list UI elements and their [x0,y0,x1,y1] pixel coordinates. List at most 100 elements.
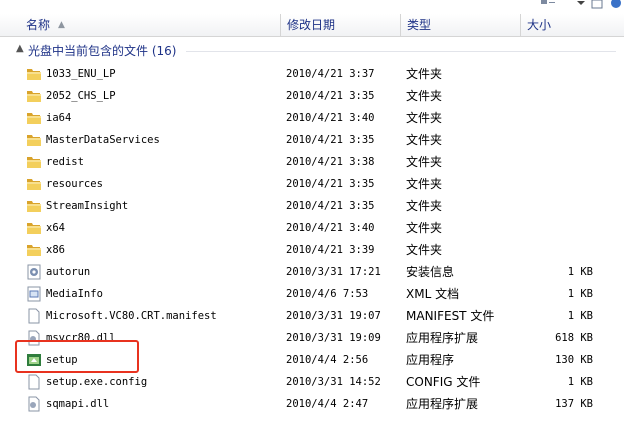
file-type: XML 文档 [406,287,460,301]
column-header-name[interactable]: 名称 ▲ [0,14,281,36]
file-name: sqmapi.dll [46,398,110,410]
file-row[interactable]: 1033_ENU_LP 2010/4/21 3:37 文件夹 [0,63,624,85]
file-date: 2010/3/31 17:21 [286,266,381,278]
group-label: 光盘中当前包含的文件 (16) [28,44,177,58]
view-options-icon[interactable] [541,0,555,9]
file-row[interactable]: x86 2010/4/21 3:39 文件夹 [0,239,624,261]
file-name: x64 [46,222,65,234]
file-name: StreamInsight [46,200,129,212]
file-icon [26,308,42,324]
file-name: resources [46,178,103,190]
file-date: 2010/4/21 3:37 [286,68,375,80]
file-date: 2010/4/21 3:40 [286,112,375,124]
toolbar-strip [0,0,624,14]
file-row[interactable]: redist 2010/4/21 3:38 文件夹 [0,151,624,173]
file-name: autorun [46,266,91,278]
file-date: 2010/4/21 3:40 [286,222,375,234]
file-type: 文件夹 [406,89,443,103]
file-row[interactable]: x64 2010/4/21 3:40 文件夹 [0,217,624,239]
file-size: 1 KB [567,288,593,300]
file-size: 618 KB [555,332,593,344]
dll-icon [26,396,42,412]
file-type: 文件夹 [406,155,443,169]
file-date: 2010/4/21 3:35 [286,178,375,190]
file-date: 2010/3/31 19:09 [286,332,381,344]
file-date: 2010/4/21 3:35 [286,134,375,146]
dropdown-arrow-icon[interactable] [574,0,588,9]
file-row[interactable]: MediaInfo 2010/4/6 7:53 XML 文档 1 KB [0,283,624,305]
group-divider [186,51,616,52]
file-type: 文件夹 [406,243,443,257]
column-header-size[interactable]: 大小 [521,14,624,36]
file-icon [26,374,42,390]
file-type: 文件夹 [406,67,443,81]
file-name: ia64 [46,112,72,124]
file-name: redist [46,156,84,168]
help-icon[interactable] [609,0,623,9]
file-size: 1 KB [567,310,593,322]
file-date: 2010/4/21 3:35 [286,90,375,102]
file-type: 应用程序 [406,353,455,367]
file-date: 2010/3/31 14:52 [286,376,381,388]
file-date: 2010/4/4 2:47 [286,398,369,410]
file-type: CONFIG 文件 [406,375,481,389]
file-type: 应用程序扩展 [406,397,479,411]
folder-icon [26,110,42,126]
folder-icon [26,220,42,236]
group-header[interactable]: ▲ 光盘中当前包含的文件 (16) [0,42,624,60]
file-size: 130 KB [555,354,593,366]
file-name: Microsoft.VC80.CRT.manifest [46,310,217,322]
file-name: MasterDataServices [46,134,160,146]
highlight-annotation [15,340,139,373]
file-type: 文件夹 [406,111,443,125]
file-row[interactable]: ia64 2010/4/21 3:40 文件夹 [0,107,624,129]
folder-icon [26,132,42,148]
file-name: MediaInfo [46,288,103,300]
setup-info-icon [26,264,42,280]
folder-icon [26,66,42,82]
file-name: setup.exe.config [46,376,148,388]
column-header-type[interactable]: 类型 [401,14,521,36]
file-name: x86 [46,244,65,256]
file-row[interactable]: setup.exe.config 2010/3/31 14:52 CONFIG 文件… [0,371,624,393]
folder-icon [26,176,42,192]
file-date: 2010/4/21 3:39 [286,244,375,256]
collapse-chevron-icon[interactable]: ▲ [16,43,24,54]
folder-icon [26,154,42,170]
column-header-row: 名称 ▲ 修改日期 类型 大小 [0,14,624,37]
column-header-date-label: 修改日期 [287,18,336,32]
file-type: MANIFEST 文件 [406,309,495,323]
file-type: 文件夹 [406,199,443,213]
file-type: 应用程序扩展 [406,331,479,345]
file-size: 1 KB [567,266,593,278]
folder-icon [26,88,42,104]
column-header-size-label: 大小 [527,18,552,32]
file-type: 安装信息 [406,265,455,279]
file-type: 文件夹 [406,221,443,235]
file-name: 2052_CHS_LP [46,90,116,102]
file-row[interactable]: StreamInsight 2010/4/21 3:35 文件夹 [0,195,624,217]
file-row[interactable]: autorun 2010/3/31 17:21 安装信息 1 KB [0,261,624,283]
column-header-name-label: 名称 [26,18,51,32]
file-type: 文件夹 [406,177,443,191]
folder-icon [26,198,42,214]
file-date: 2010/4/21 3:35 [286,200,375,212]
file-size: 137 KB [555,398,593,410]
column-header-date[interactable]: 修改日期 [281,14,401,36]
file-row[interactable]: sqmapi.dll 2010/4/4 2:47 应用程序扩展 137 KB [0,393,624,415]
file-row[interactable]: resources 2010/4/21 3:35 文件夹 [0,173,624,195]
file-row[interactable]: 2052_CHS_LP 2010/4/21 3:35 文件夹 [0,85,624,107]
folder-icon [26,242,42,258]
sort-ascending-icon: ▲ [58,20,65,30]
column-header-type-label: 类型 [407,18,432,32]
file-date: 2010/4/6 7:53 [286,288,369,300]
file-date: 2010/3/31 19:07 [286,310,381,322]
xml-document-icon [26,286,42,302]
file-date: 2010/4/4 2:56 [286,354,369,366]
preview-pane-icon[interactable] [591,0,605,9]
file-type: 文件夹 [406,133,443,147]
file-row[interactable]: Microsoft.VC80.CRT.manifest 2010/3/31 19:… [0,305,624,327]
file-row[interactable]: MasterDataServices 2010/4/21 3:35 文件夹 [0,129,624,151]
file-size: 1 KB [567,376,593,388]
file-name: 1033_ENU_LP [46,68,116,80]
